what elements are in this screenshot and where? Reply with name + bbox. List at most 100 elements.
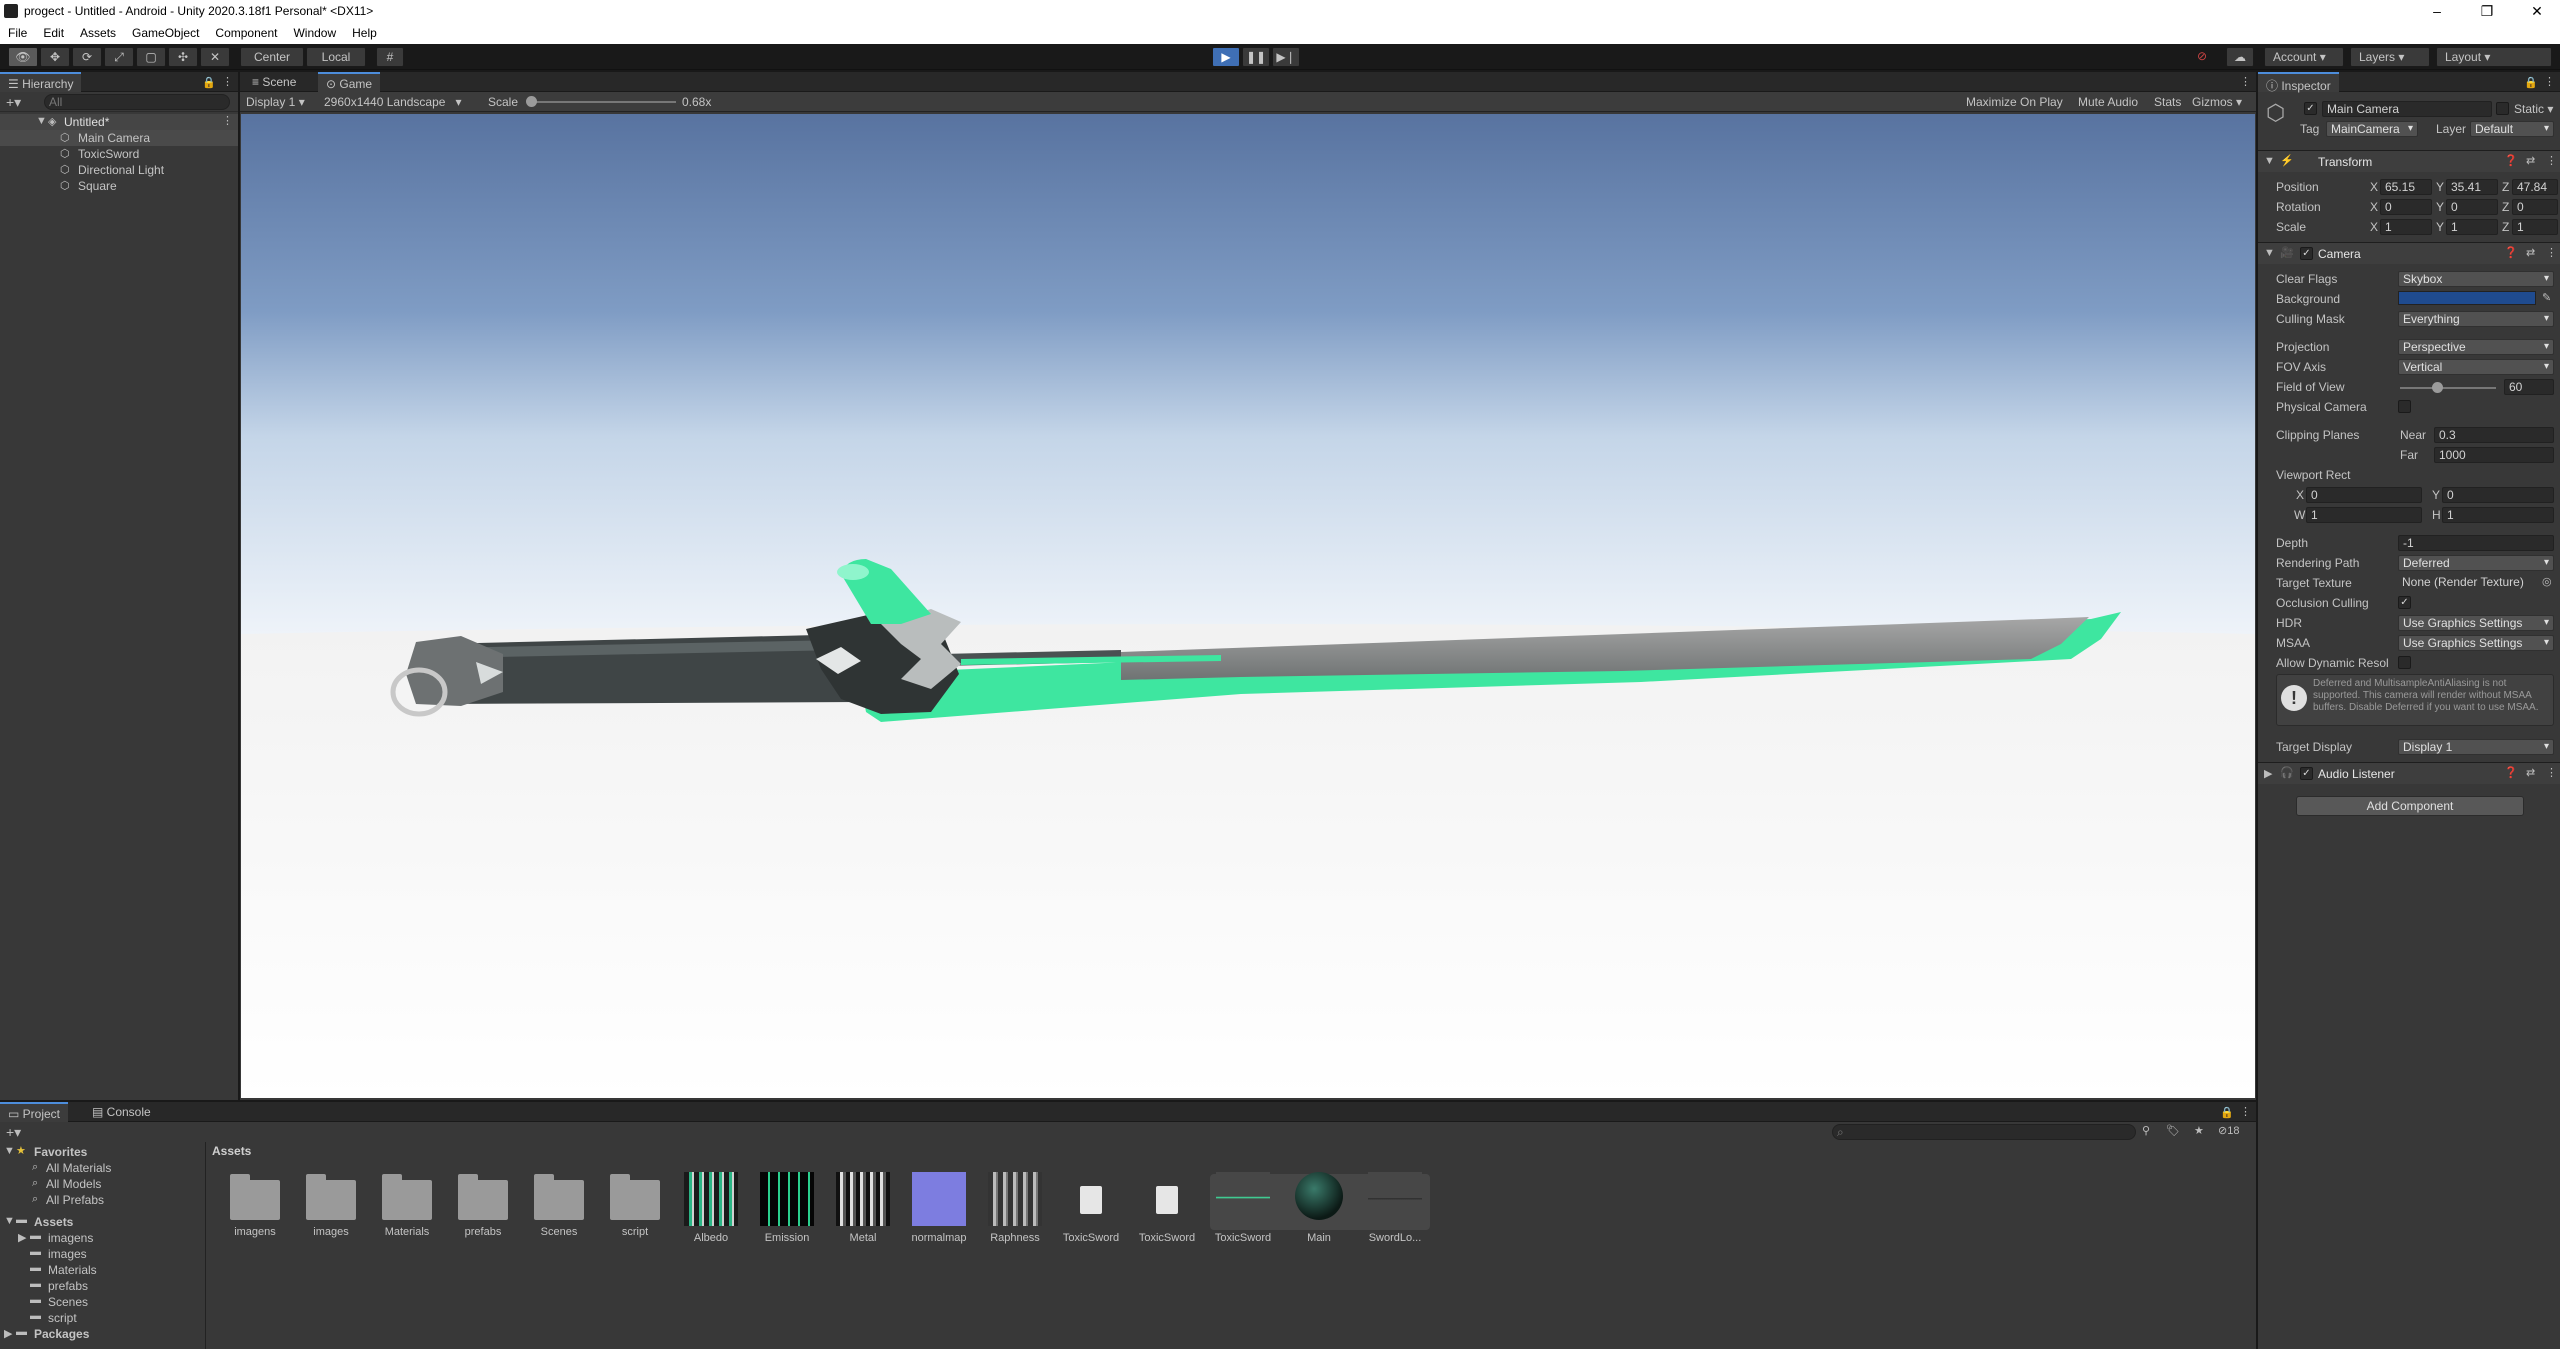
tree-folder[interactable]: script xyxy=(48,1311,77,1325)
fov-axis-dropdown[interactable]: Vertical xyxy=(2398,359,2554,375)
collab-icon[interactable]: ⊘ xyxy=(2190,47,2214,67)
foldout-arrow-icon[interactable]: ▶ xyxy=(2264,767,2272,780)
asset-texture[interactable]: Albedo xyxy=(676,1172,746,1244)
tab-scene[interactable]: ≡ Scene xyxy=(244,72,304,92)
tab-game[interactable]: ⊙ Game xyxy=(318,72,381,92)
asset-folder[interactable]: script xyxy=(600,1172,670,1238)
menu-assets[interactable]: Assets xyxy=(72,22,124,40)
fov-slider-knob[interactable] xyxy=(2432,382,2443,393)
menu-dots-icon[interactable]: ⋮ xyxy=(2544,75,2555,88)
asset-texture[interactable]: Metal xyxy=(828,1172,898,1244)
viewport-y-field[interactable]: 0 xyxy=(2442,487,2554,503)
pivot-center-button[interactable]: Center xyxy=(240,47,304,67)
expand-arrow-icon[interactable]: ▼ xyxy=(4,1215,15,1227)
asset-folder[interactable]: imagens xyxy=(220,1172,290,1238)
component-menu-icon[interactable]: ⋮ xyxy=(2546,246,2557,259)
active-checkbox[interactable]: ✓ xyxy=(2304,102,2317,115)
add-icon[interactable]: +▾ xyxy=(6,94,21,111)
asset-model[interactable]: SwordLo... xyxy=(1360,1172,1430,1244)
expand-arrow-icon[interactable]: ▼ xyxy=(36,115,47,127)
help-icon[interactable]: ❓ xyxy=(2504,246,2518,259)
favorite-item[interactable]: All Models xyxy=(46,1177,101,1191)
maximize-icon[interactable]: ❐ xyxy=(2464,0,2510,22)
play-button[interactable]: ▶ xyxy=(1212,47,1240,67)
rotation-x-field[interactable]: 0 xyxy=(2380,199,2432,215)
object-name-field[interactable]: Main Camera xyxy=(2322,101,2492,117)
asset-model[interactable]: ToxicSword xyxy=(1208,1172,1278,1244)
tab-project[interactable]: ▭ Project xyxy=(0,1102,69,1122)
transform-component-header[interactable]: ▼ ⚡ Transform ❓ ⇄ ⋮ xyxy=(2258,150,2560,172)
hierarchy-item[interactable]: ⬡ Directional Light xyxy=(0,162,238,178)
tree-folder[interactable]: prefabs xyxy=(48,1279,88,1293)
asset-texture[interactable]: Emission xyxy=(752,1172,822,1244)
position-x-field[interactable]: 65.15 xyxy=(2380,179,2432,195)
menu-component[interactable]: Component xyxy=(207,22,285,40)
minimize-icon[interactable]: – xyxy=(2414,0,2460,22)
far-plane-field[interactable]: 1000 xyxy=(2434,447,2554,463)
projection-dropdown[interactable]: Perspective xyxy=(2398,339,2554,355)
hierarchy-item[interactable]: ⬡ Square xyxy=(0,178,238,194)
asset-file[interactable]: ToxicSword xyxy=(1132,1172,1202,1244)
position-y-field[interactable]: 35.41 xyxy=(2446,179,2498,195)
grid-snap-icon[interactable]: # xyxy=(376,47,404,67)
asset-texture[interactable]: Raphness xyxy=(980,1172,1050,1244)
layers-dropdown[interactable]: Layers ▾ xyxy=(2350,47,2430,67)
gizmos-dropdown[interactable]: Gizmos ▾ xyxy=(2192,95,2242,109)
layout-dropdown[interactable]: Layout ▾ xyxy=(2436,47,2552,67)
component-menu-icon[interactable]: ⋮ xyxy=(2546,154,2557,167)
rendering-path-dropdown[interactable]: Deferred xyxy=(2398,555,2554,571)
msaa-dropdown[interactable]: Use Graphics Settings xyxy=(2398,635,2554,651)
depth-field[interactable]: -1 xyxy=(2398,535,2554,551)
menu-help[interactable]: Help xyxy=(344,22,385,40)
layer-dropdown[interactable]: Default xyxy=(2470,121,2554,137)
favorite-star-icon[interactable]: ★ xyxy=(2194,1124,2204,1137)
display-dropdown[interactable]: Display 1 ▾ xyxy=(246,95,305,109)
foldout-arrow-icon[interactable]: ▼ xyxy=(2264,247,2275,259)
scene-menu-icon[interactable]: ⋮ xyxy=(222,114,233,127)
cloud-icon[interactable]: ☁ xyxy=(2226,47,2254,67)
rotate-tool-icon[interactable]: ⟳ xyxy=(72,47,102,67)
asset-material[interactable]: Main xyxy=(1284,1172,1354,1244)
background-color-swatch[interactable] xyxy=(2398,291,2536,305)
menu-dots-icon[interactable]: ⋮ xyxy=(222,75,233,88)
scale-x-field[interactable]: 1 xyxy=(2380,219,2432,235)
dynamic-resolution-checkbox[interactable] xyxy=(2398,656,2411,669)
tag-dropdown[interactable]: MainCamera xyxy=(2326,121,2418,137)
preset-icon[interactable]: ⇄ xyxy=(2526,154,2535,167)
lock-icon[interactable]: 🔒 xyxy=(2524,76,2538,89)
close-icon[interactable]: ✕ xyxy=(2514,0,2560,22)
step-button[interactable]: ▶❘ xyxy=(1272,47,1300,67)
tree-folder[interactable]: Scenes xyxy=(48,1295,88,1309)
target-texture-field[interactable]: None (Render Texture) xyxy=(2398,575,2540,591)
game-viewport[interactable] xyxy=(241,114,2255,1098)
asset-file[interactable]: ToxicSword xyxy=(1056,1172,1126,1244)
custom-tool-icon[interactable]: ✕ xyxy=(200,47,230,67)
audio-listener-component-header[interactable]: ▶ 🎧 ✓ Audio Listener ❓ ⇄ ⋮ xyxy=(2258,762,2560,784)
lock-icon[interactable]: 🔒 xyxy=(2220,1106,2234,1119)
tab-hierarchy[interactable]: ☰ Hierarchy xyxy=(0,72,82,92)
static-checkbox[interactable] xyxy=(2496,102,2509,115)
camera-enabled-checkbox[interactable]: ✓ xyxy=(2300,247,2313,260)
tree-folder[interactable]: images xyxy=(48,1247,87,1261)
clear-flags-dropdown[interactable]: Skybox xyxy=(2398,271,2554,287)
tab-inspector[interactable]: ⓘ Inspector xyxy=(2258,72,2339,93)
help-icon[interactable]: ❓ xyxy=(2504,154,2518,167)
space-local-button[interactable]: Local xyxy=(306,47,366,67)
move-tool-icon[interactable]: ✥ xyxy=(40,47,70,67)
viewport-h-field[interactable]: 1 xyxy=(2442,507,2554,523)
transform-tool-icon[interactable]: ✣ xyxy=(168,47,198,67)
expand-arrow-icon[interactable]: ▶ xyxy=(4,1327,12,1340)
hierarchy-item[interactable]: ⬡ ToxicSword xyxy=(0,146,238,162)
foldout-arrow-icon[interactable]: ▼ xyxy=(2264,155,2275,167)
expand-arrow-icon[interactable]: ▼ xyxy=(4,1145,15,1157)
stats-toggle[interactable]: Stats xyxy=(2154,95,2181,109)
scale-z-field[interactable]: 1 xyxy=(2512,219,2558,235)
near-plane-field[interactable]: 0.3 xyxy=(2434,427,2554,443)
maximize-on-play-toggle[interactable]: Maximize On Play xyxy=(1966,95,2063,109)
pause-button[interactable]: ❚❚ xyxy=(1242,47,1270,67)
scale-slider[interactable] xyxy=(526,96,676,107)
target-display-dropdown[interactable]: Display 1 xyxy=(2398,739,2554,755)
tab-console[interactable]: ▤ Console xyxy=(84,1102,159,1122)
create-icon[interactable]: +▾ xyxy=(6,1124,21,1141)
culling-mask-dropdown[interactable]: Everything xyxy=(2398,311,2554,327)
